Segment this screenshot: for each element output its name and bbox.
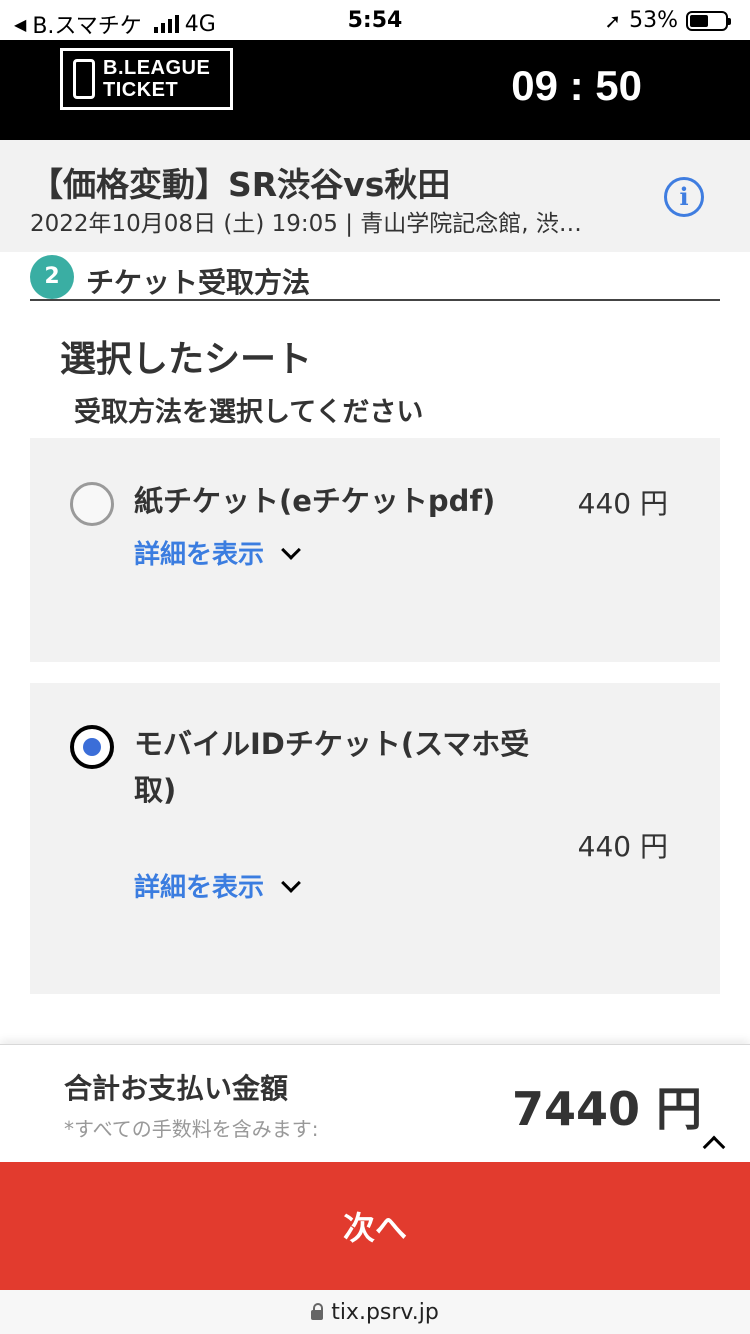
- show-details-label: 詳細を表示: [134, 873, 265, 903]
- location-arrow-icon: ➚: [604, 8, 622, 33]
- show-details-link[interactable]: 詳細を表示: [134, 867, 301, 904]
- step-number-badge: 2: [30, 255, 74, 299]
- option-name: 紙チケット(eチケットpdf): [134, 484, 496, 518]
- option-price: 440 円: [577, 830, 668, 863]
- battery-icon: [686, 10, 731, 31]
- option-name-line1: モバイルIDチケット(スマホ受: [134, 727, 530, 761]
- countdown-timer: 09 : 50: [511, 62, 642, 109]
- status-right: ➚ 53%: [604, 8, 731, 33]
- chevron-up-icon[interactable]: [702, 1135, 726, 1159]
- option-name: モバイルIDチケット(スマホ受 取): [134, 721, 529, 813]
- chevron-down-icon: [281, 539, 301, 560]
- section-subheading: 受取方法を選択してください: [74, 397, 424, 428]
- total-amount: 7440 円: [512, 1082, 703, 1136]
- option-price: 440 円: [577, 487, 668, 520]
- total-payment-panel: 合計お支払い金額 *すべての手数料を含みます: 7440 円: [0, 1044, 750, 1162]
- step-header: 2 チケット受取方法: [30, 255, 720, 301]
- logo-text: B.LEAGUE TICKET: [103, 57, 210, 101]
- lock-icon: [311, 1303, 324, 1320]
- info-icon[interactable]: i: [664, 177, 704, 217]
- browser-url-bar[interactable]: tix.psrv.jp: [0, 1290, 750, 1334]
- radio-dot: [83, 738, 101, 756]
- status-bar: ◀ B.スマチケ 4G 5:54 ➚ 53%: [0, 0, 750, 40]
- section-heading: 選択したシート: [60, 339, 313, 380]
- bleague-logo-icon: [73, 59, 95, 99]
- step-label: チケット受取方法: [86, 266, 311, 299]
- chevron-down-icon: [281, 872, 301, 893]
- total-note: *すべての手数料を含みます:: [64, 1117, 319, 1141]
- option-name-line2: 取): [134, 773, 177, 807]
- radio-button-selected[interactable]: [70, 725, 114, 769]
- show-details-link[interactable]: 詳細を表示: [134, 534, 301, 571]
- total-label: 合計お支払い金額: [64, 1072, 289, 1105]
- event-banner: 【価格変動】SR渋谷vs秋田 2022年10月08日 (土) 19:05 | 青…: [0, 140, 750, 252]
- event-subtitle: 2022年10月08日 (土) 19:05 | 青山学院記念館, 渋…: [30, 211, 582, 237]
- delivery-option-paper[interactable]: 紙チケット(eチケットpdf) 440 円 詳細を表示: [30, 438, 720, 662]
- event-title: 【価格変動】SR渋谷vs秋田: [30, 165, 451, 204]
- url-text[interactable]: tix.psrv.jp: [331, 1300, 439, 1325]
- bleague-ticket-logo[interactable]: B.LEAGUE TICKET: [60, 48, 233, 110]
- radio-button-unselected[interactable]: [70, 482, 114, 526]
- logo-line2: TICKET: [103, 79, 179, 101]
- app-header: B.LEAGUE TICKET 09 : 50: [0, 40, 750, 140]
- show-details-label: 詳細を表示: [134, 540, 265, 570]
- delivery-option-mobile-id[interactable]: モバイルIDチケット(スマホ受 取) 440 円 詳細を表示: [30, 683, 720, 994]
- battery-percent: 53%: [629, 8, 678, 33]
- logo-line1: B.LEAGUE: [103, 57, 211, 79]
- next-button[interactable]: 次へ: [0, 1162, 750, 1290]
